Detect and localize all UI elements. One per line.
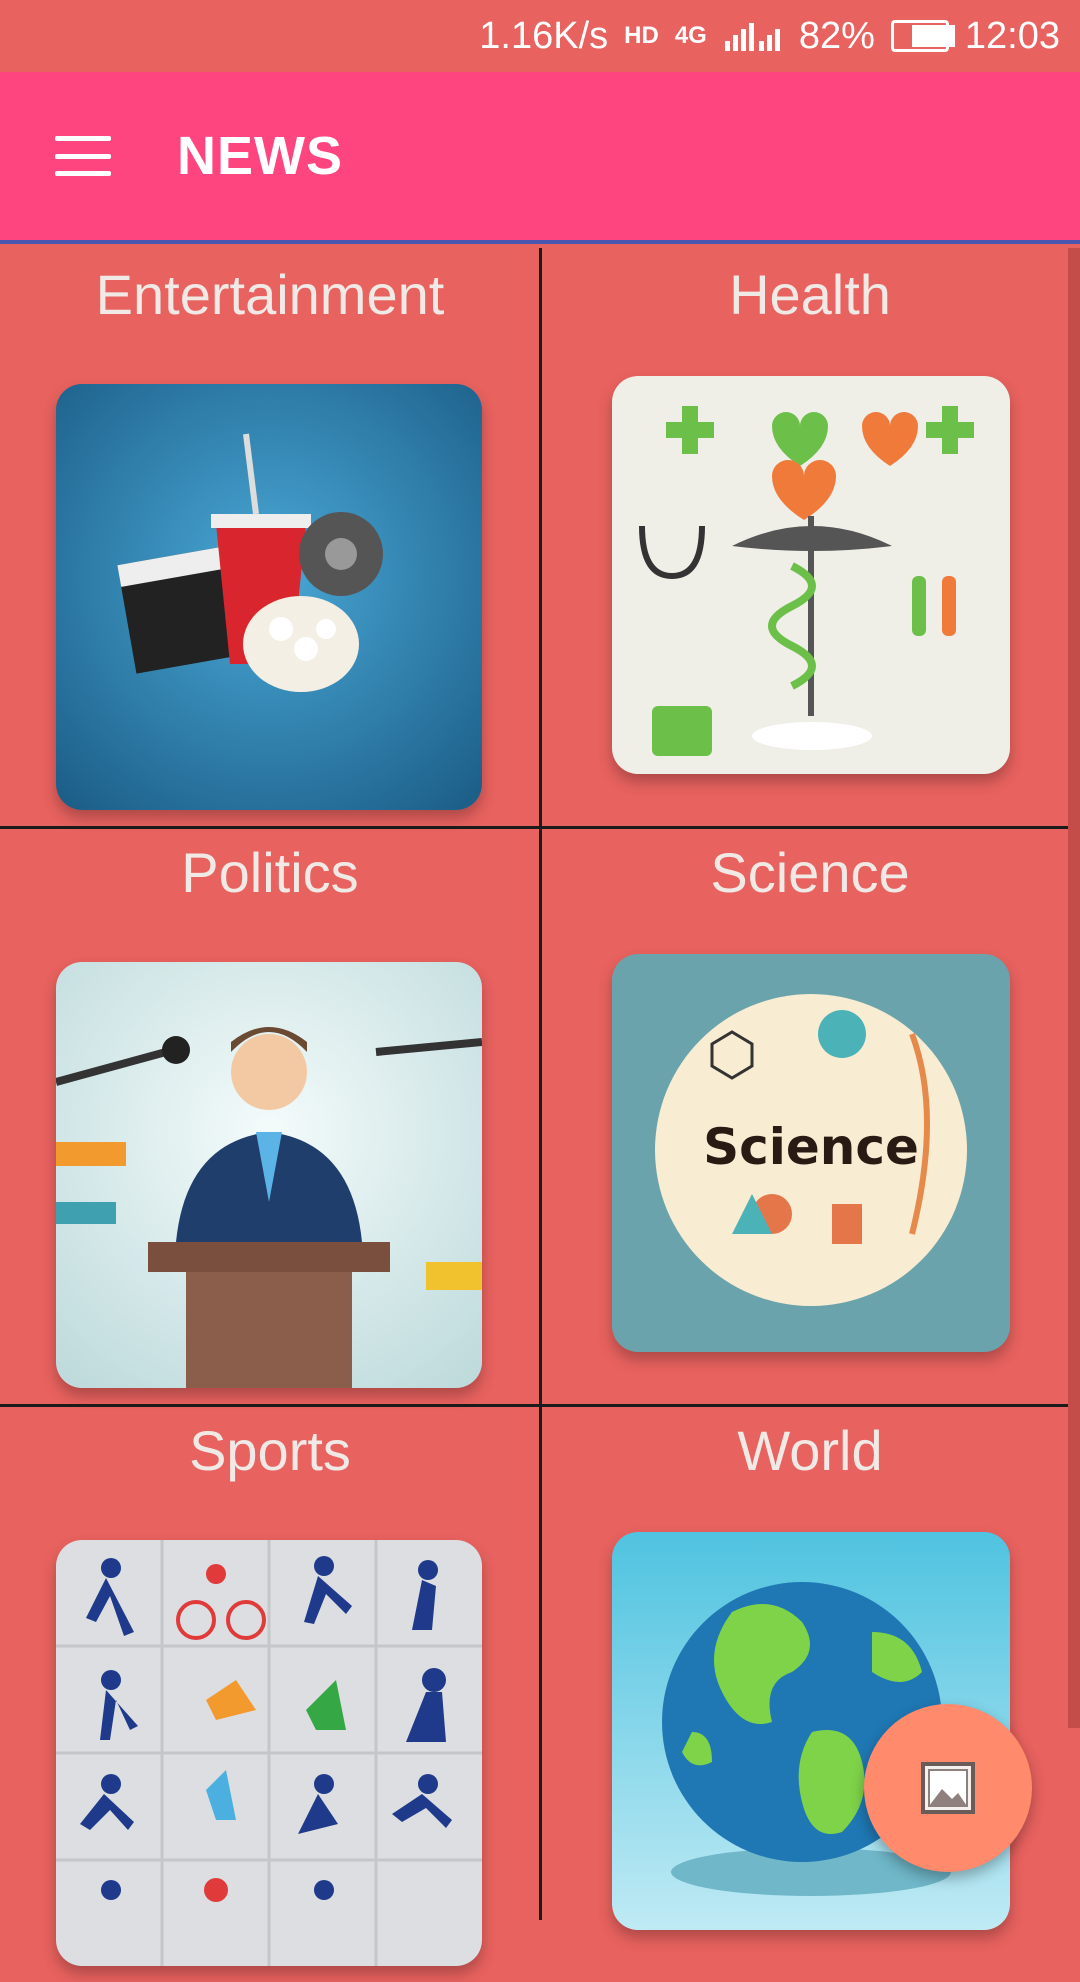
app-title: NEWS <box>177 126 343 186</box>
category-entertainment[interactable]: Entertainment <box>0 248 540 826</box>
category-label: World <box>737 1419 883 1482</box>
hd-call-icon: HD <box>624 22 659 49</box>
image-icon <box>921 1762 975 1814</box>
category-label: Politics <box>181 841 359 904</box>
hamburger-menu-icon[interactable] <box>55 136 111 176</box>
category-grid: Entertainment Health Politics Science Sc… <box>0 248 1080 1966</box>
category-label: Sports <box>189 1419 351 1482</box>
health-illustration <box>612 376 1010 774</box>
network-speed: 1.16K/s <box>479 14 609 57</box>
image-fab-button[interactable] <box>864 1704 1032 1872</box>
signal-icon <box>723 19 783 53</box>
app-bar: NEWS <box>0 72 1080 240</box>
category-label: Science <box>710 841 910 904</box>
grid-divider <box>0 1404 1080 1407</box>
clock: 12:03 <box>964 14 1060 57</box>
scrollbar[interactable] <box>1068 248 1080 1728</box>
science-illustration: Science <box>612 954 1010 1352</box>
grid-divider <box>539 248 542 1920</box>
science-image-label: Science <box>703 1118 919 1176</box>
category-label: Health <box>729 263 891 326</box>
network-type: 4G <box>674 22 707 49</box>
sports-illustration <box>56 1540 482 1966</box>
category-world[interactable]: World <box>540 1404 1080 1982</box>
category-science[interactable]: Science Science <box>540 826 1080 1404</box>
politics-illustration <box>56 962 482 1388</box>
category-label: Entertainment <box>95 263 445 326</box>
battery-icon <box>890 20 955 52</box>
battery-percent: 82% <box>798 14 875 57</box>
category-sports[interactable]: Sports <box>0 1404 540 1982</box>
category-politics[interactable]: Politics <box>0 826 540 1404</box>
entertainment-illustration <box>56 384 482 810</box>
status-bar: 1.16K/s HD 4G 82% 12:03 <box>0 0 1080 72</box>
category-health[interactable]: Health <box>540 248 1080 826</box>
grid-divider <box>0 826 1080 829</box>
